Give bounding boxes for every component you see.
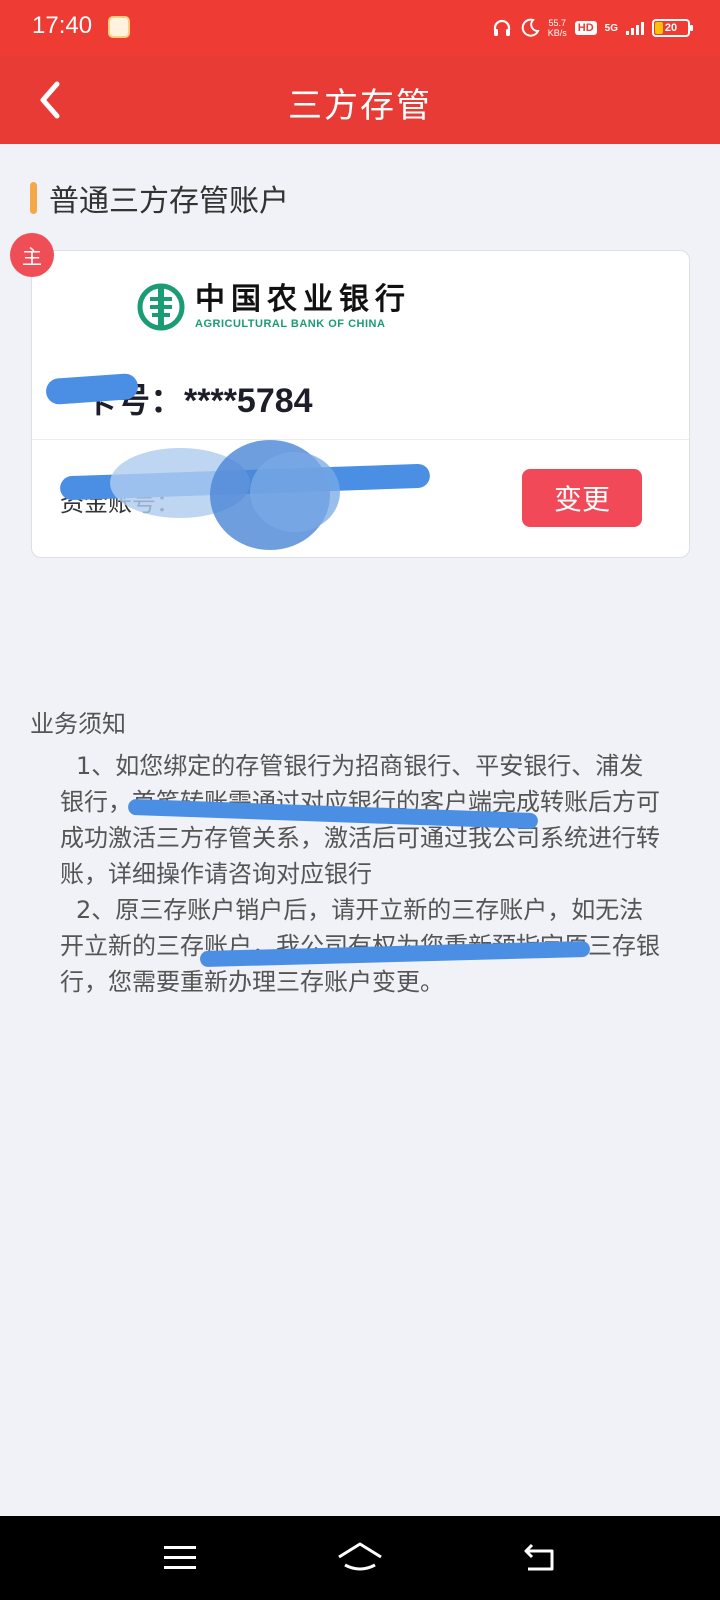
headphones-icon bbox=[493, 19, 510, 36]
return-icon bbox=[524, 1543, 554, 1571]
return-button[interactable] bbox=[510, 1536, 570, 1580]
bank-account-card: 中国农业银行 AGRICULTURAL BANK OF CHINA 卡号：***… bbox=[31, 250, 690, 558]
signal-icon bbox=[626, 21, 644, 35]
bank-name-cn: 中国农业银行 bbox=[195, 282, 411, 317]
network-speed: 55.7 KB/s bbox=[548, 18, 567, 38]
bank-logo: 中国农业银行 AGRICULTURAL BANK OF CHINA bbox=[137, 283, 411, 331]
moon-icon bbox=[521, 18, 540, 37]
change-button[interactable]: 变更 bbox=[522, 469, 642, 527]
notification-app-icon bbox=[108, 16, 130, 38]
page-title: 三方存管 bbox=[288, 86, 432, 126]
home-icon bbox=[338, 1542, 382, 1571]
bank-name-en: AGRICULTURAL BANK OF CHINA bbox=[195, 318, 386, 330]
app-header: 三方存管 bbox=[0, 56, 720, 144]
network-speed-value: 55.7 bbox=[548, 18, 567, 28]
notice-title: 业务须知 bbox=[30, 710, 126, 738]
menu-icon bbox=[164, 1546, 196, 1569]
system-nav-bar bbox=[0, 1516, 720, 1600]
battery-level: 20 bbox=[664, 22, 678, 34]
battery-icon: 20 bbox=[652, 19, 693, 37]
section-accent-bar bbox=[30, 182, 37, 214]
status-bar: 17:40 55.7 KB/s HD 5G 20 bbox=[0, 0, 720, 56]
abc-bank-logo-icon bbox=[137, 283, 185, 331]
home-button[interactable] bbox=[330, 1536, 390, 1580]
card-divider bbox=[32, 439, 689, 440]
redaction-scribble bbox=[250, 452, 340, 532]
section-title: 普通三方存管账户 bbox=[49, 184, 289, 219]
menu-button[interactable] bbox=[150, 1536, 210, 1580]
primary-badge: 主 bbox=[10, 233, 54, 277]
network-speed-unit: KB/s bbox=[547, 28, 567, 38]
section-header: 普通三方存管账户 bbox=[30, 178, 289, 219]
network-type: 5G bbox=[604, 22, 618, 34]
status-time: 17:40 bbox=[32, 12, 93, 39]
status-icons: 55.7 KB/s HD 5G 20 bbox=[492, 14, 693, 42]
hd-badge: HD bbox=[574, 21, 597, 35]
